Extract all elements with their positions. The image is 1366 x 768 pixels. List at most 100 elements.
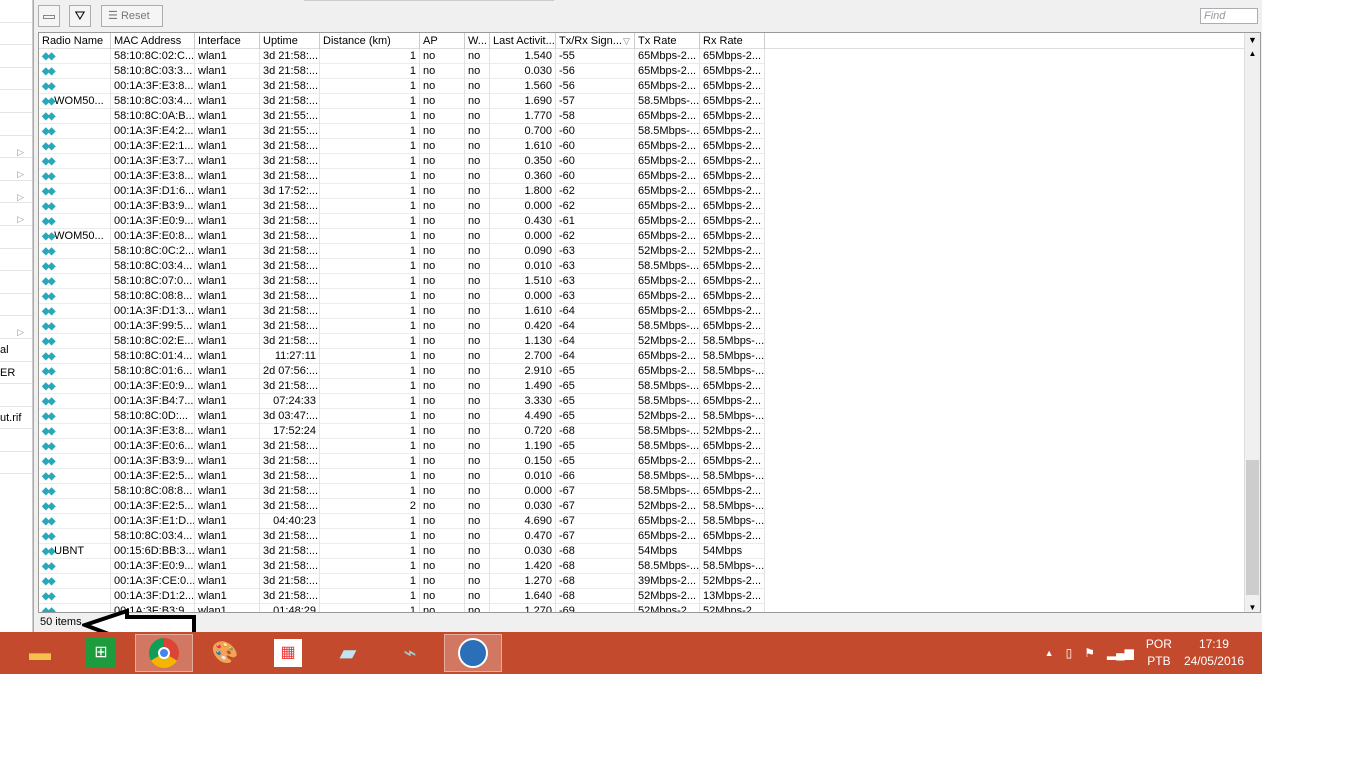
table-row[interactable]: ◆◆ 00:1A:3F:99:5... wlan1 3d 21:58:... 1 no n… — [39, 319, 765, 334]
table-row[interactable]: ◆◆ 00:1A:3F:B4:7... wlan1 07:24:33 1 no no 3.3… — [39, 394, 765, 409]
taskbar-notepad[interactable]: ▰ — [319, 634, 377, 672]
table-row[interactable]: ◆◆ 00:1A:3F:E3:8... wlan1 17:52:24 1 no no 0.7… — [39, 424, 765, 439]
table-row[interactable]: ◆◆ 00:1A:3F:E1:D... wlan1 04:40:23 1 no no 4.6… — [39, 514, 765, 529]
sidebar-item[interactable]: ER — [0, 362, 32, 385]
table-row[interactable]: ◆◆ 58:10:8C:03:4... wlan1 3d 21:58:... 1 no n… — [39, 529, 765, 544]
sidebar-item[interactable]: ▷ — [0, 181, 32, 204]
column-header[interactable]: MAC Address — [111, 33, 195, 49]
find-input[interactable]: Find — [1200, 8, 1258, 24]
table-row[interactable]: ◆◆ 58:10:8C:08:8... wlan1 3d 21:58:... 1 no n… — [39, 484, 765, 499]
table-row[interactable]: ◆◆ 58:10:8C:03:4... wlan1 3d 21:58:... 1 no n… — [39, 259, 765, 274]
sidebar-item[interactable] — [0, 90, 32, 113]
table-row[interactable]: ◆◆ 00:1A:3F:E0:9... wlan1 3d 21:58:... 1 no n… — [39, 379, 765, 394]
table-row[interactable]: ◆◆ 58:10:8C:08:8... wlan1 3d 21:58:... 1 no n… — [39, 289, 765, 304]
taskbar-winbox[interactable] — [444, 634, 502, 672]
table-row[interactable]: ◆◆ UBNT 00:15:6D:BB:3... wlan1 3d 21:58:...… — [39, 544, 765, 559]
table-row[interactable]: ◆◆ 00:1A:3F:D1:2... wlan1 3d 21:58:... 1 no n… — [39, 589, 765, 604]
column-header[interactable]: Tx Rate — [635, 33, 700, 49]
scroll-thumb[interactable] — [1246, 460, 1259, 595]
sidebar-item[interactable] — [0, 271, 32, 294]
power-icon[interactable]: ▯ — [1066, 646, 1073, 660]
sidebar-item[interactable] — [0, 0, 32, 23]
table-row[interactable]: ◆◆ 00:1A:3F:E2:5... wlan1 3d 21:58:... 1 no n… — [39, 469, 765, 484]
sidebar-item[interactable]: ▷ — [0, 136, 32, 159]
table-row[interactable]: ◆◆ 00:1A:3F:E3:7... wlan1 3d 21:58:... 1 no n… — [39, 154, 765, 169]
table-row[interactable]: ◆◆ 00:1A:3F:E0:6... wlan1 3d 21:58:... 1 no n… — [39, 439, 765, 454]
table-row[interactable]: ◆◆ 00:1A:3F:E2:5... wlan1 3d 21:58:... 2 no n… — [39, 499, 765, 514]
vertical-scrollbar[interactable]: ▼ ▲ ▼ — [1244, 33, 1260, 612]
show-hidden-icons[interactable]: ▲ — [1045, 648, 1054, 658]
cell-rx-rate: 65Mbps-2... — [700, 124, 765, 139]
table-row[interactable]: ◆◆ 58:10:8C:02:C... wlan1 3d 21:58:... 1 no n… — [39, 49, 765, 64]
cell-mac-address: 00:1A:3F:E2:5... — [111, 469, 195, 484]
language-indicator[interactable]: POR PTB — [1146, 636, 1172, 670]
table-row[interactable]: ◆◆ 00:1A:3F:CE:0... wlan1 3d 21:58:... 1 no n… — [39, 574, 765, 589]
sidebar-item[interactable] — [0, 384, 32, 407]
table-row[interactable]: ◆◆ 58:10:8C:01:6... wlan1 2d 07:56:... 1 no n… — [39, 364, 765, 379]
table-row[interactable]: ◆◆ 58:10:8C:0D:... wlan1 3d 03:47:... 1 no no… — [39, 409, 765, 424]
table-row[interactable]: ◆◆ 00:1A:3F:D1:6... wlan1 3d 17:52:... 1 no n… — [39, 184, 765, 199]
signal-icon[interactable]: ▂▄▆ — [1107, 646, 1134, 660]
reset-button[interactable]: ☰ Reset — [101, 5, 163, 27]
sidebar-item[interactable] — [0, 452, 32, 475]
sidebar-item[interactable] — [0, 45, 32, 68]
sidebar-item[interactable] — [0, 68, 32, 91]
scroll-menu-arrow[interactable]: ▼ — [1245, 33, 1260, 47]
sort-indicator-icon[interactable]: ▽ — [623, 33, 630, 49]
taskbar-paint[interactable]: 🎨 — [196, 634, 254, 672]
scroll-down-arrow[interactable]: ▼ — [1245, 603, 1260, 612]
table-row[interactable]: ◆◆ WOM50... 00:1A:3F:E0:8... wlan1 3d 21:58… — [39, 229, 765, 244]
sidebar-item[interactable] — [0, 113, 32, 136]
sidebar-item[interactable]: al — [0, 339, 32, 362]
sidebar-item[interactable]: ▷ — [0, 316, 32, 339]
column-header[interactable]: Rx Rate — [700, 33, 765, 49]
table-row[interactable]: ◆◆ 00:1A:3F:B3:9... wlan1 3d 21:58:... 1 no n… — [39, 199, 765, 214]
table-row[interactable]: ◆◆ 58:10:8C:07:0... wlan1 3d 21:58:... 1 no n… — [39, 274, 765, 289]
table-row[interactable]: ◆◆ 00:1A:3F:B3:9... wlan1 3d 21:58:... 1 no n… — [39, 454, 765, 469]
taskbar-file-explorer[interactable]: ▬ — [11, 634, 69, 672]
column-header[interactable]: AP — [420, 33, 465, 49]
table-row[interactable]: ◆◆ 00:1A:3F:E2:1... wlan1 3d 21:58:... 1 no n… — [39, 139, 765, 154]
cell-interface: wlan1 — [195, 334, 260, 349]
taskbar-apps[interactable]: ▦ — [259, 634, 317, 672]
table-row[interactable]: ◆◆ 00:1A:3F:E0:9... wlan1 3d 21:58:... 1 no n… — [39, 559, 765, 574]
sidebar-item[interactable]: ut.rif — [0, 407, 32, 430]
column-header[interactable]: Interface — [195, 33, 260, 49]
table-row[interactable]: ◆◆ WOM50... 58:10:8C:03:4... wlan1 3d 21:58… — [39, 94, 765, 109]
cell-rx-rate: 65Mbps-2... — [700, 109, 765, 124]
taskbar-store[interactable]: ⊞ — [72, 634, 130, 672]
sidebar-item[interactable] — [0, 23, 32, 46]
flag-icon[interactable]: ⚑ — [1084, 646, 1095, 660]
column-header[interactable]: Radio Name — [39, 33, 111, 49]
table-row[interactable]: ◆◆ 58:10:8C:03:3... wlan1 3d 21:58:... 1 no n… — [39, 64, 765, 79]
table-row[interactable]: ◆◆ 58:10:8C:01:4... wlan1 11:27:11 1 no no 2.7… — [39, 349, 765, 364]
clock[interactable]: 17:19 24/05/2016 — [1184, 636, 1244, 670]
table-row[interactable]: ◆◆ 58:10:8C:02:E... wlan1 3d 21:58:... 1 no n… — [39, 334, 765, 349]
sidebar-item[interactable]: ▷ — [0, 203, 32, 226]
sidebar-item[interactable] — [0, 249, 32, 272]
sidebar-item[interactable]: ▷ — [0, 158, 32, 181]
scroll-up-arrow[interactable]: ▲ — [1245, 47, 1260, 61]
table-row[interactable]: ◆◆ 00:1A:3F:E4:2... wlan1 3d 21:55:... 1 no n… — [39, 124, 765, 139]
cell-rx-rate: 65Mbps-2... — [700, 484, 765, 499]
collapse-button[interactable] — [38, 5, 60, 27]
submenu-arrow-icon: ▷ — [17, 214, 24, 225]
table-row[interactable]: ◆◆ 58:10:8C:0A:B... wlan1 3d 21:55:... 1 no n… — [39, 109, 765, 124]
column-header[interactable]: W... — [465, 33, 490, 49]
column-header[interactable]: Distance (km) — [320, 33, 420, 49]
table-row[interactable]: ◆◆ 00:1A:3F:D1:3... wlan1 3d 21:58:... 1 no n… — [39, 304, 765, 319]
column-header[interactable]: Last Activit... — [490, 33, 556, 49]
filter-button[interactable]: ⛛ — [69, 5, 91, 27]
table-row[interactable]: ◆◆ 00:1A:3F:E0:9... wlan1 3d 21:58:... 1 no n… — [39, 214, 765, 229]
table-row[interactable]: ◆◆ 00:1A:3F:E3:8... wlan1 3d 21:58:... 1 no n… — [39, 169, 765, 184]
column-header[interactable]: Uptime — [260, 33, 320, 49]
cell-w: no — [465, 229, 490, 244]
sidebar-item[interactable] — [0, 294, 32, 317]
sidebar-item[interactable] — [0, 429, 32, 452]
taskbar-chrome[interactable] — [135, 634, 193, 672]
taskbar-network-tool[interactable]: ⌁ — [381, 634, 439, 672]
table-row[interactable]: ◆◆ 58:10:8C:0C:2... wlan1 3d 21:58:... 1 no n… — [39, 244, 765, 259]
cell-interface: wlan1 — [195, 154, 260, 169]
sidebar-item[interactable] — [0, 226, 32, 249]
table-row[interactable]: ◆◆ 00:1A:3F:E3:8... wlan1 3d 21:58:... 1 no n… — [39, 79, 765, 94]
